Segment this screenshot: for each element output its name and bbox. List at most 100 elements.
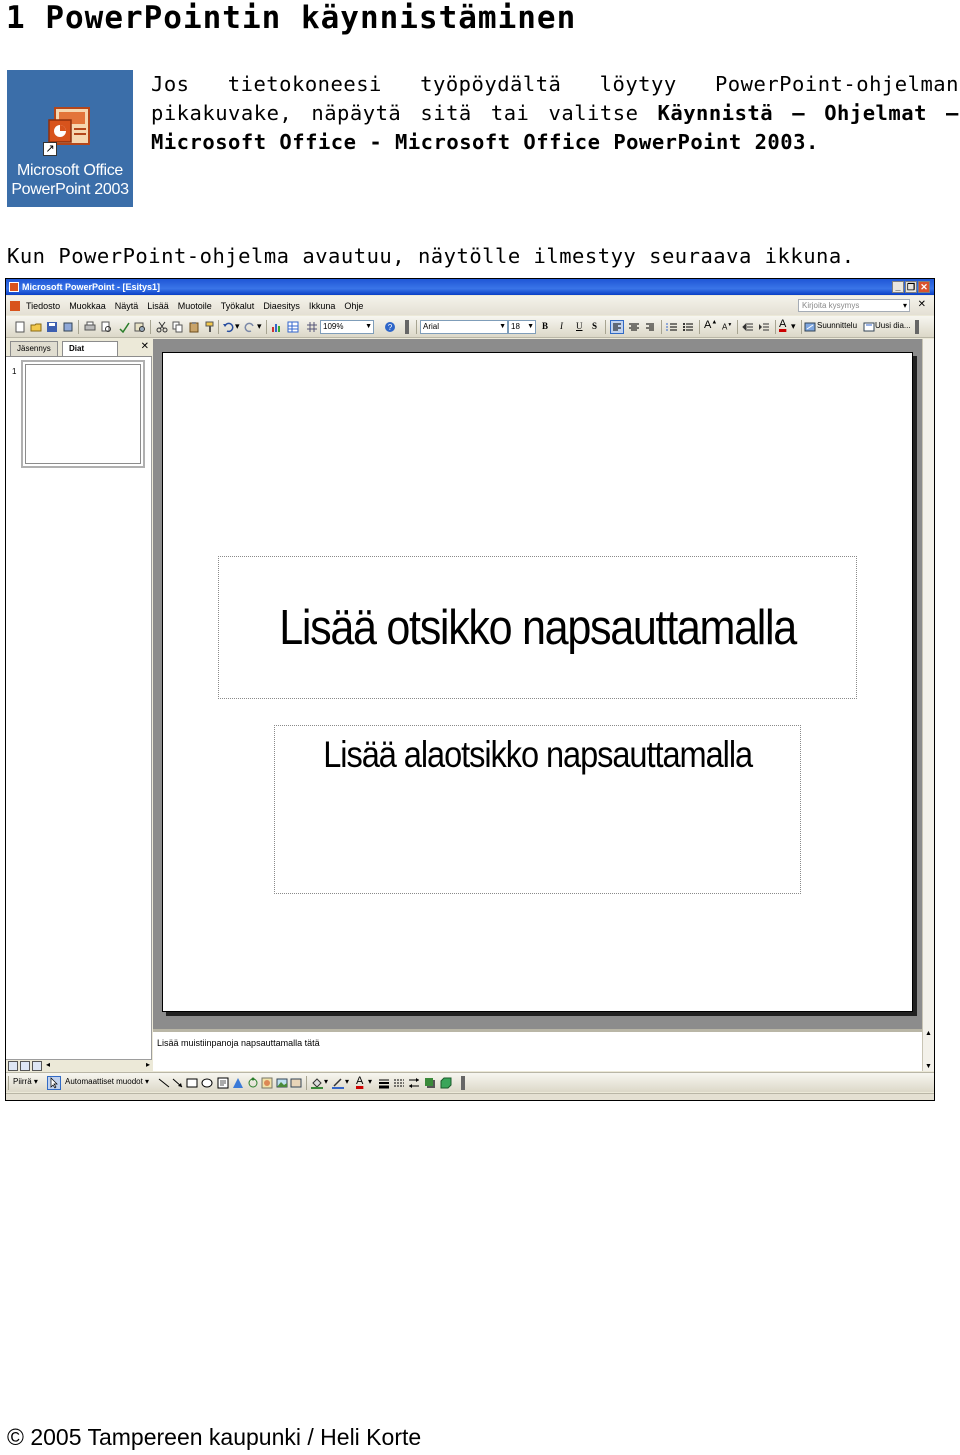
insert-picture-icon[interactable] [276,1077,288,1089]
autoshapes-menu-button[interactable]: Automaattiset muodot ▾ [65,1077,149,1086]
select-pointer-icon[interactable] [47,1076,61,1090]
diagram-icon[interactable] [247,1077,259,1089]
decrease-font-size-icon[interactable]: A▼ [722,322,732,332]
close-document-icon[interactable]: ✕ [918,299,926,310]
menu-diaesitys[interactable]: Diaesitys [263,301,300,311]
slideshow-view-icon[interactable] [32,1061,42,1071]
cut-icon[interactable] [156,321,168,333]
document-menu-icon[interactable] [10,300,20,311]
line-tool-icon[interactable] [158,1077,170,1089]
subtitle-placeholder[interactable]: Lisää alaotsikko napsauttamalla [274,725,801,894]
toolbar-options-handle[interactable] [461,1076,465,1090]
numbering-icon[interactable] [666,321,678,333]
title-placeholder[interactable]: Lisää otsikko napsauttamalla [218,556,857,699]
scroll-left-icon[interactable]: ◂ [46,1060,50,1069]
save-icon[interactable] [46,321,58,333]
menu-muotoile[interactable]: Muotoile [178,301,212,311]
redo-icon[interactable] [244,321,256,333]
help-search-input[interactable]: Kirjoita kysymys ▾ [798,299,910,312]
slide-sorter-view-icon[interactable] [20,1061,30,1071]
window-titlebar[interactable]: Microsoft PowerPoint - [Esitys1] _ ❐ ✕ [6,279,934,295]
rectangle-tool-icon[interactable] [186,1077,198,1089]
tab-slides[interactable]: Diat [62,341,118,356]
menu-ohje[interactable]: Ohje [344,301,363,311]
font-name-select[interactable]: Arial ▼ [420,320,508,334]
bullets-icon[interactable] [682,321,694,333]
menu-lisaa[interactable]: Lisää [147,301,169,311]
align-left-icon[interactable] [610,320,624,334]
slide-canvas[interactable]: Lisää otsikko napsauttamalla Lisää alaot… [162,352,913,1012]
minimize-button[interactable]: _ [892,281,904,293]
toolbar-options-handle[interactable] [915,320,919,334]
insert-table-icon[interactable] [287,321,299,333]
research-icon[interactable] [134,321,146,333]
zoom-select[interactable]: 109% ▼ [320,320,374,334]
bold-button[interactable]: B [542,321,548,331]
notes-pane[interactable]: Lisää muistiinpanoja napsauttamalla tätä [153,1029,922,1071]
chevron-down-icon[interactable]: ▾ [345,1077,349,1086]
italic-button[interactable]: I [560,321,563,331]
powerpoint-shortcut-icon[interactable]: ↗ Microsoft Office PowerPoint 2003 [7,70,133,207]
increase-indent-icon[interactable] [758,321,770,333]
decrease-indent-icon[interactable] [742,321,754,333]
close-button[interactable]: ✕ [918,281,930,293]
permission-icon[interactable] [62,321,74,333]
restore-button[interactable]: ❐ [905,281,917,293]
toolbar-options-handle[interactable] [405,320,409,334]
show-grid-icon[interactable] [306,321,318,333]
arrow-tool-icon[interactable] [172,1077,184,1089]
wordart-icon[interactable] [232,1077,244,1089]
design-icon[interactable] [804,321,816,333]
spelling-icon[interactable] [118,321,130,333]
notes-scrollbar[interactable]: ▲ ▼ [922,1029,934,1071]
oval-tool-icon[interactable] [201,1077,213,1089]
undo-icon[interactable] [222,321,234,333]
underline-button[interactable]: U [576,321,583,331]
line-color-icon[interactable] [332,1077,344,1089]
new-slide-button[interactable]: Uusi dia... [875,321,911,330]
chevron-down-icon[interactable]: ▾ [791,321,796,332]
increase-font-size-icon[interactable]: A▲ [704,319,717,331]
dash-style-icon[interactable] [393,1077,405,1089]
insert-picture-file-icon[interactable] [290,1077,302,1089]
font-size-select[interactable]: 18 ▼ [508,320,536,334]
new-slide-icon[interactable] [863,321,875,333]
insert-chart-icon[interactable] [271,321,283,333]
format-painter-icon[interactable] [204,321,216,333]
align-center-icon[interactable] [628,321,640,333]
design-button[interactable]: Suunnittelu [817,321,857,330]
shadow-style-icon[interactable] [424,1077,436,1089]
vertical-scrollbar[interactable] [922,339,934,1029]
menu-tyokalut[interactable]: Työkalut [221,301,255,311]
scroll-up-icon[interactable]: ▲ [925,1030,932,1037]
print-icon[interactable] [84,321,96,333]
arrow-style-icon[interactable] [408,1077,420,1089]
chevron-down-icon[interactable]: ▾ [257,321,262,332]
menu-nayta[interactable]: Näytä [115,301,139,311]
menu-ikkuna[interactable]: Ikkuna [309,301,336,311]
powerpoint-window-icon[interactable] [9,282,19,292]
scroll-down-icon[interactable]: ▼ [925,1063,932,1070]
close-pane-icon[interactable]: ✕ [141,341,149,352]
slide-thumbnail[interactable] [21,360,145,468]
open-folder-icon[interactable] [30,321,42,333]
paste-icon[interactable] [188,321,200,333]
help-icon[interactable]: ? [384,321,396,333]
line-style-icon[interactable] [378,1077,390,1089]
new-document-icon[interactable] [14,321,26,333]
tab-outline[interactable]: Jäsennys [10,341,58,356]
shadow-button[interactable]: S [592,321,597,331]
draw-menu-button[interactable]: Piirrä ▾ [13,1077,38,1086]
fill-color-icon[interactable] [311,1077,323,1089]
align-right-icon[interactable] [644,321,656,333]
font-color-icon[interactable]: A [779,318,786,330]
scroll-right-icon[interactable]: ▸ [146,1060,150,1069]
clip-art-icon[interactable] [261,1077,273,1089]
drawing-font-color-icon[interactable]: A [356,1075,363,1087]
menu-muokkaa[interactable]: Muokkaa [69,301,106,311]
copy-icon[interactable] [172,321,184,333]
chevron-down-icon[interactable]: ▾ [324,1077,328,1086]
text-box-icon[interactable] [217,1077,229,1089]
print-preview-icon[interactable] [100,321,112,333]
chevron-down-icon[interactable]: ▾ [368,1077,372,1086]
